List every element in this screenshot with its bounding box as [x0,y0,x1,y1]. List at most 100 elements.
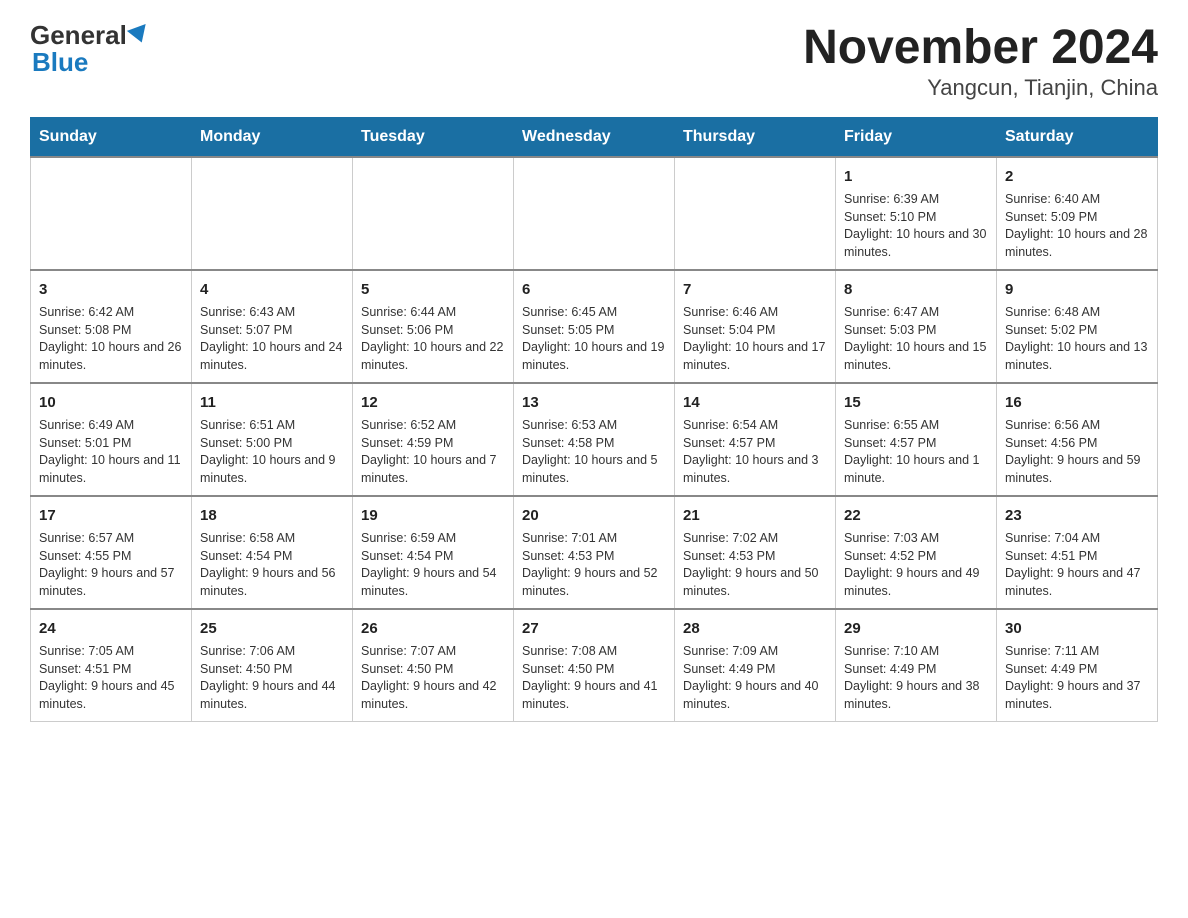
calendar-cell: 23 Sunrise: 7:04 AM Sunset: 4:51 PM Dayli… [997,496,1158,609]
week-row-1: 1 Sunrise: 6:39 AM Sunset: 5:10 PM Daylig… [31,157,1158,270]
day-number: 18 [200,505,344,526]
calendar-cell: 28Sunrise: 7:09 AM Sunset: 4:49 PM Dayli… [675,609,836,722]
calendar-cell: 16Sunrise: 6:56 AM Sunset: 4:56 PM Dayli… [997,383,1158,496]
week-row-4: 17 Sunrise: 6:57 AM Sunset: 4:55 PM Dayli… [31,496,1158,609]
day-number: 25 [200,618,344,639]
day-info: Sunrise: 7:03 AM Sunset: 4:52 PM Dayligh… [844,530,988,600]
day-number: 26 [361,618,505,639]
day-info: Sunrise: 7:04 AM Sunset: 4:51 PM Dayligh… [1005,530,1149,600]
calendar-cell [514,157,675,270]
day-number: 2 [1005,166,1149,187]
logo-blue: Blue [32,47,88,78]
day-info: Sunrise: 6:44 AM Sunset: 5:06 PM Dayligh… [361,304,505,374]
day-info: Sunrise: 6:47 AM Sunset: 5:03 PM Dayligh… [844,304,988,374]
day-number: 21 [683,505,827,526]
day-number: 5 [361,279,505,300]
calendar-cell: 3 Sunrise: 6:42 AM Sunset: 5:08 PM Daylig… [31,270,192,383]
day-number: 17 [39,505,183,526]
day-number: 22 [844,505,988,526]
day-info: Sunrise: 6:49 AM Sunset: 5:01 PM Dayligh… [39,417,183,487]
day-info: Sunrise: 7:10 AM Sunset: 4:49 PM Dayligh… [844,643,988,713]
calendar-cell: 21Sunrise: 7:02 AM Sunset: 4:53 PM Dayli… [675,496,836,609]
calendar-cell: 22 Sunrise: 7:03 AM Sunset: 4:52 PM Dayli… [836,496,997,609]
calendar-cell: 27 Sunrise: 7:08 AM Sunset: 4:50 PM Dayli… [514,609,675,722]
day-info: Sunrise: 6:58 AM Sunset: 4:54 PM Dayligh… [200,530,344,600]
day-number: 7 [683,279,827,300]
calendar-cell: 17 Sunrise: 6:57 AM Sunset: 4:55 PM Dayli… [31,496,192,609]
day-number: 1 [844,166,988,187]
day-info: Sunrise: 7:07 AM Sunset: 4:50 PM Dayligh… [361,643,505,713]
calendar-cell: 11 Sunrise: 6:51 AM Sunset: 5:00 PM Dayli… [192,383,353,496]
calendar-cell: 4 Sunrise: 6:43 AM Sunset: 5:07 PM Daylig… [192,270,353,383]
day-number: 9 [1005,279,1149,300]
day-number: 24 [39,618,183,639]
calendar-cell: 5 Sunrise: 6:44 AM Sunset: 5:06 PM Daylig… [353,270,514,383]
day-number: 27 [522,618,666,639]
logo: General Blue [30,20,149,78]
weekday-header-row: SundayMondayTuesdayWednesdayThursdayFrid… [31,118,1158,158]
day-info: Sunrise: 6:57 AM Sunset: 4:55 PM Dayligh… [39,530,183,600]
calendar-title: November 2024 [803,20,1158,75]
day-info: Sunrise: 6:52 AM Sunset: 4:59 PM Dayligh… [361,417,505,487]
day-info: Sunrise: 7:01 AM Sunset: 4:53 PM Dayligh… [522,530,666,600]
calendar-cell: 25 Sunrise: 7:06 AM Sunset: 4:50 PM Dayli… [192,609,353,722]
weekday-header-friday: Friday [836,118,997,158]
day-number: 29 [844,618,988,639]
calendar-cell: 24 Sunrise: 7:05 AM Sunset: 4:51 PM Dayli… [31,609,192,722]
day-number: 12 [361,392,505,413]
weekday-header-sunday: Sunday [31,118,192,158]
day-number: 13 [522,392,666,413]
day-number: 20 [522,505,666,526]
day-info: Sunrise: 6:42 AM Sunset: 5:08 PM Dayligh… [39,304,183,374]
weekday-header-monday: Monday [192,118,353,158]
day-number: 28 [683,618,827,639]
day-info: Sunrise: 6:51 AM Sunset: 5:00 PM Dayligh… [200,417,344,487]
day-info: Sunrise: 6:55 AM Sunset: 4:57 PM Dayligh… [844,417,988,487]
calendar-cell: 9 Sunrise: 6:48 AM Sunset: 5:02 PM Daylig… [997,270,1158,383]
week-row-5: 24 Sunrise: 7:05 AM Sunset: 4:51 PM Dayli… [31,609,1158,722]
day-info: Sunrise: 7:05 AM Sunset: 4:51 PM Dayligh… [39,643,183,713]
week-row-2: 3 Sunrise: 6:42 AM Sunset: 5:08 PM Daylig… [31,270,1158,383]
day-info: Sunrise: 7:06 AM Sunset: 4:50 PM Dayligh… [200,643,344,713]
day-info: Sunrise: 6:43 AM Sunset: 5:07 PM Dayligh… [200,304,344,374]
day-number: 8 [844,279,988,300]
day-number: 10 [39,392,183,413]
page-header: General Blue November 2024 Yangcun, Tian… [30,20,1158,101]
calendar-cell [353,157,514,270]
weekday-header-thursday: Thursday [675,118,836,158]
day-number: 15 [844,392,988,413]
day-number: 6 [522,279,666,300]
day-number: 4 [200,279,344,300]
calendar-subtitle: Yangcun, Tianjin, China [803,75,1158,101]
day-info: Sunrise: 6:45 AM Sunset: 5:05 PM Dayligh… [522,304,666,374]
calendar-cell: 12 Sunrise: 6:52 AM Sunset: 4:59 PM Dayli… [353,383,514,496]
calendar-cell: 26 Sunrise: 7:07 AM Sunset: 4:50 PM Dayli… [353,609,514,722]
calendar-cell: 14 Sunrise: 6:54 AM Sunset: 4:57 PM Dayli… [675,383,836,496]
calendar-cell [192,157,353,270]
calendar-title-area: November 2024 Yangcun, Tianjin, China [803,20,1158,101]
calendar-cell: 20 Sunrise: 7:01 AM Sunset: 4:53 PM Dayli… [514,496,675,609]
calendar-cell: 18 Sunrise: 6:58 AM Sunset: 4:54 PM Dayli… [192,496,353,609]
calendar-cell: 6 Sunrise: 6:45 AM Sunset: 5:05 PM Daylig… [514,270,675,383]
calendar-cell: 15 Sunrise: 6:55 AM Sunset: 4:57 PM Dayli… [836,383,997,496]
day-number: 3 [39,279,183,300]
calendar-cell: 2Sunrise: 6:40 AM Sunset: 5:09 PM Daylig… [997,157,1158,270]
weekday-header-saturday: Saturday [997,118,1158,158]
day-info: Sunrise: 6:39 AM Sunset: 5:10 PM Dayligh… [844,191,988,261]
calendar-table: SundayMondayTuesdayWednesdayThursdayFrid… [30,117,1158,722]
day-info: Sunrise: 6:46 AM Sunset: 5:04 PM Dayligh… [683,304,827,374]
day-info: Sunrise: 6:54 AM Sunset: 4:57 PM Dayligh… [683,417,827,487]
weekday-header-wednesday: Wednesday [514,118,675,158]
day-info: Sunrise: 6:59 AM Sunset: 4:54 PM Dayligh… [361,530,505,600]
day-number: 30 [1005,618,1149,639]
day-info: Sunrise: 6:53 AM Sunset: 4:58 PM Dayligh… [522,417,666,487]
weekday-header-tuesday: Tuesday [353,118,514,158]
day-number: 14 [683,392,827,413]
calendar-cell: 13 Sunrise: 6:53 AM Sunset: 4:58 PM Dayli… [514,383,675,496]
day-number: 11 [200,392,344,413]
day-info: Sunrise: 6:48 AM Sunset: 5:02 PM Dayligh… [1005,304,1149,374]
day-info: Sunrise: 7:11 AM Sunset: 4:49 PM Dayligh… [1005,643,1149,713]
calendar-cell: 1 Sunrise: 6:39 AM Sunset: 5:10 PM Daylig… [836,157,997,270]
day-number: 23 [1005,505,1149,526]
day-info: Sunrise: 7:08 AM Sunset: 4:50 PM Dayligh… [522,643,666,713]
